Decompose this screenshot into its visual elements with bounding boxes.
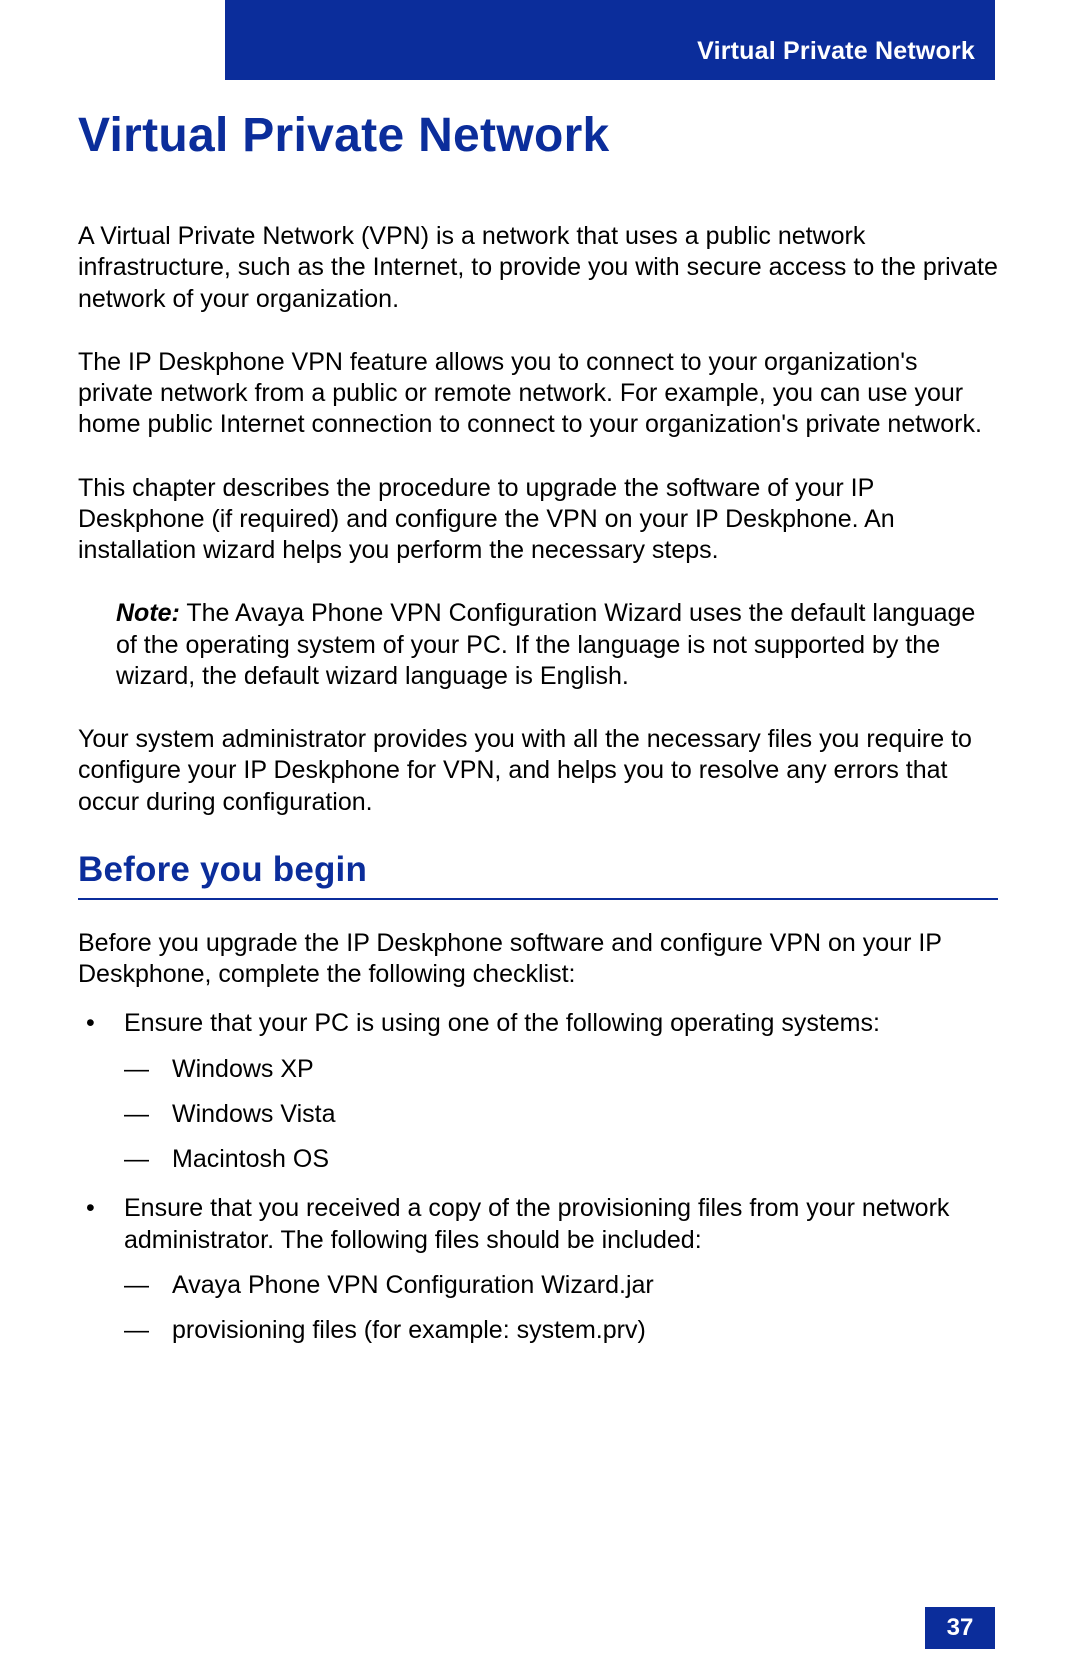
paragraph: A Virtual Private Network (VPN) is a net… [78,221,998,315]
page-content: Virtual Private Network A Virtual Privat… [78,108,998,1364]
page-title: Virtual Private Network [78,108,998,163]
note-label: Note: [116,599,180,627]
sublist: Avaya Phone VPN Configuration Wizard.jar… [124,1270,998,1347]
paragraph: The IP Deskphone VPN feature allows you … [78,347,998,441]
list-item: Ensure that your PC is using one of the … [78,1008,998,1175]
sublist-item: Windows XP [124,1054,998,1085]
paragraph: Your system administrator provides you w… [78,724,998,818]
sublist-item: Macintosh OS [124,1144,998,1175]
page-number-box: 37 [925,1607,995,1649]
sublist-item: Avaya Phone VPN Configuration Wizard.jar [124,1270,998,1301]
sublist-item: Windows Vista [124,1099,998,1130]
sublist-item: provisioning files (for example: system.… [124,1315,998,1346]
checklist: Ensure that your PC is using one of the … [78,1008,998,1346]
list-item: Ensure that you received a copy of the p… [78,1193,998,1346]
page-number: 37 [947,1614,974,1642]
running-title: Virtual Private Network [697,37,975,66]
header-tab: Virtual Private Network [225,0,995,80]
note-block: Note: The Avaya Phone VPN Configuration … [116,598,998,692]
section-intro: Before you upgrade the IP Deskphone soft… [78,928,998,991]
list-item-text: Ensure that your PC is using one of the … [124,1009,880,1037]
sublist: Windows XP Windows Vista Macintosh OS [124,1054,998,1176]
section-heading: Before you begin [78,850,998,900]
paragraph: This chapter describes the procedure to … [78,473,998,567]
list-item-text: Ensure that you received a copy of the p… [124,1194,949,1253]
note-text: The Avaya Phone VPN Configuration Wizard… [116,599,975,690]
